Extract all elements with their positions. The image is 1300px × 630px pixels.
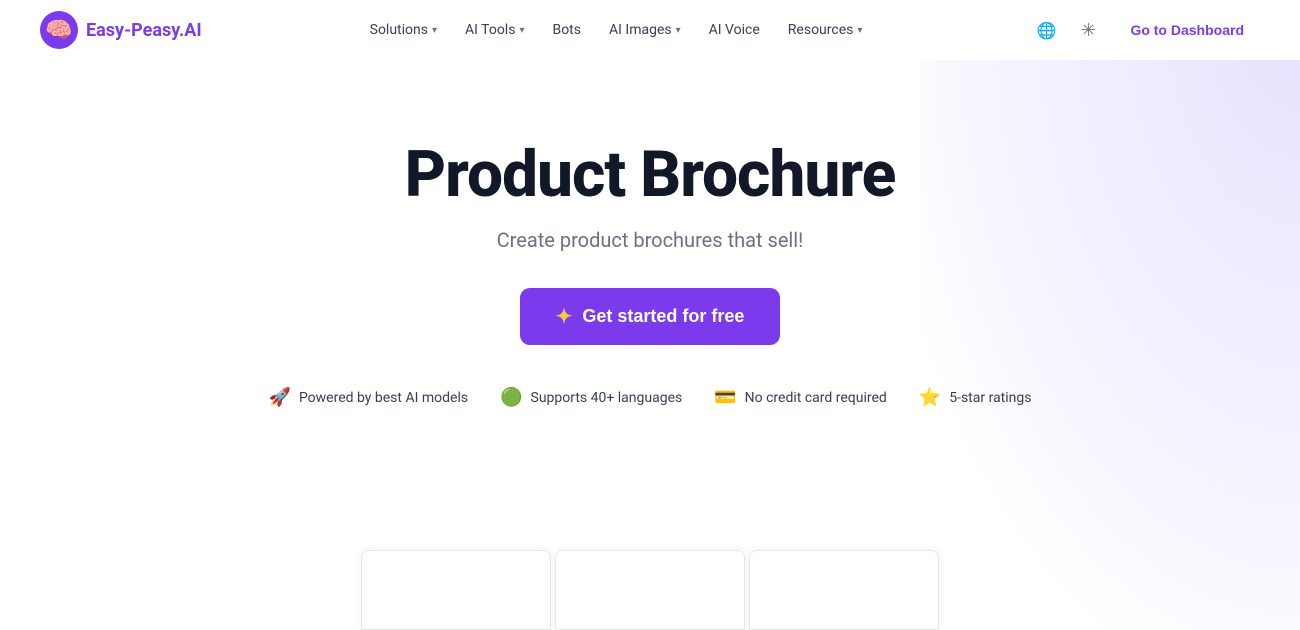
hero-subtitle: Create product brochures that sell! [497, 228, 804, 252]
chevron-down-icon: ▾ [519, 25, 524, 36]
sparkle-icon: ✦ [556, 304, 573, 329]
badge-languages: 🟢 Supports 40+ languages [500, 387, 682, 408]
bottom-card-3 [749, 550, 939, 630]
chevron-down-icon: ▾ [857, 25, 862, 36]
feature-badges: 🚀 Powered by best AI models 🟢 Supports 4… [269, 387, 1032, 408]
get-started-button[interactable]: ✦ Get started for free [520, 288, 781, 345]
badge-ai-models-text: Powered by best AI models [299, 390, 468, 406]
badge-ai-models: 🚀 Powered by best AI models [269, 387, 469, 408]
logo[interactable]: 🧠 Easy-Peasy.AI [40, 11, 202, 49]
hero-title: Product Brochure [405, 140, 896, 210]
credit-card-icon: 💳 [714, 387, 736, 408]
bottom-cards-area [359, 550, 941, 630]
badge-ratings-text: 5-star ratings [949, 390, 1031, 406]
cta-label: Get started for free [582, 306, 744, 327]
badge-languages-text: Supports 40+ languages [531, 390, 683, 406]
bottom-card-2 [555, 550, 745, 630]
star-icon: ⭐ [919, 387, 941, 408]
badge-no-credit-card-text: No credit card required [745, 390, 887, 406]
chevron-down-icon: ▾ [676, 25, 681, 36]
navbar: 🧠 Easy-Peasy.AI Solutions ▾ AI Tools ▾ B… [0, 0, 1300, 60]
nav-item-bots[interactable]: Bots [540, 14, 593, 46]
go-to-dashboard-button[interactable]: Go to Dashboard [1114, 14, 1260, 46]
badge-ratings: ⭐ 5-star ratings [919, 387, 1032, 408]
logo-text: Easy-Peasy.AI [86, 20, 202, 41]
nav-item-solutions[interactable]: Solutions ▾ [358, 14, 449, 46]
nav-item-ai-voice[interactable]: AI Voice [697, 14, 772, 46]
nav-item-ai-images[interactable]: AI Images ▾ [597, 14, 693, 46]
nav-right: 🌐 ✳ Go to Dashboard [1030, 14, 1260, 46]
badge-no-credit-card: 💳 No credit card required [714, 387, 887, 408]
bottom-card-1 [361, 550, 551, 630]
rocket-icon: 🚀 [269, 387, 291, 408]
globe-icon[interactable]: 🌐 [1030, 14, 1062, 46]
globe-green-icon: 🟢 [500, 387, 522, 408]
logo-icon: 🧠 [40, 11, 78, 49]
nav-item-ai-tools[interactable]: AI Tools ▾ [453, 14, 536, 46]
theme-toggle-icon[interactable]: ✳ [1072, 14, 1104, 46]
main-nav: Solutions ▾ AI Tools ▾ Bots AI Images ▾ … [358, 14, 875, 46]
hero-section: Product Brochure Create product brochure… [0, 60, 1300, 408]
chevron-down-icon: ▾ [432, 25, 437, 36]
nav-item-resources[interactable]: Resources ▾ [776, 14, 875, 46]
